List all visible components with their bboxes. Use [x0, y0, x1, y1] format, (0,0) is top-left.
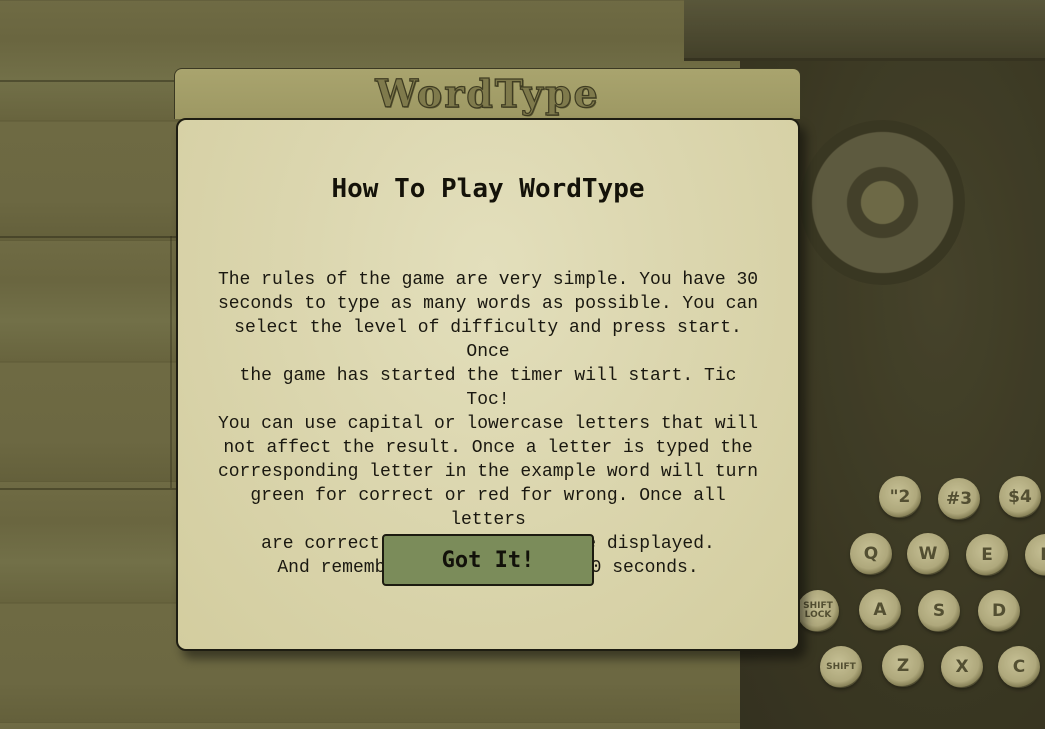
typewriter-key: SHIFT LOCK: [797, 590, 839, 632]
modal-header: WordType: [174, 68, 801, 119]
typewriter-key: C: [998, 646, 1040, 688]
typewriter-key: E: [966, 534, 1008, 576]
rules-line: green for correct or red for wrong. Once…: [250, 486, 726, 530]
rules-line: corresponding letter in the example word…: [217, 462, 759, 482]
how-to-play-modal: WordType How To Play WordType The rules …: [174, 68, 801, 651]
typewriter-key: D: [978, 590, 1020, 632]
typewriter-key: S: [918, 590, 960, 632]
modal-body: How To Play WordType The rules of the ga…: [176, 118, 800, 651]
typewriter-key: #3: [938, 478, 980, 520]
rules-line: the game has started the timer will star…: [239, 366, 737, 410]
typewriter-key: X: [941, 646, 983, 688]
plank-seam: [170, 236, 172, 488]
typewriter-key: "2: [879, 476, 921, 518]
typewriter-carriage: [684, 0, 1045, 61]
typewriter-ribbon-spool: [800, 120, 965, 285]
rules-line: not affect the result. Once a letter is …: [223, 438, 753, 458]
typewriter-key: $4: [999, 476, 1041, 518]
typewriter-key: Z: [882, 645, 924, 687]
modal-heading: How To Play WordType: [331, 174, 645, 204]
typewriter-key: W: [907, 533, 949, 575]
rules-line: seconds to type as many words as possibl…: [217, 294, 759, 314]
typewriter-key: A: [859, 589, 901, 631]
page: "2 #3 $4 Q W E F SHIFT LOCK A S D SHIFT …: [0, 0, 1045, 729]
got-it-button[interactable]: Got It!: [382, 534, 594, 586]
typewriter-key: Q: [850, 533, 892, 575]
rules-line: You can use capital or lowercase letters…: [217, 414, 759, 434]
rules-line: select the level of difficulty and press…: [234, 318, 742, 362]
rules-line: The rules of the game are very simple. Y…: [217, 270, 759, 290]
typewriter-key: SHIFT: [820, 646, 862, 688]
app-title: WordType: [375, 70, 600, 116]
